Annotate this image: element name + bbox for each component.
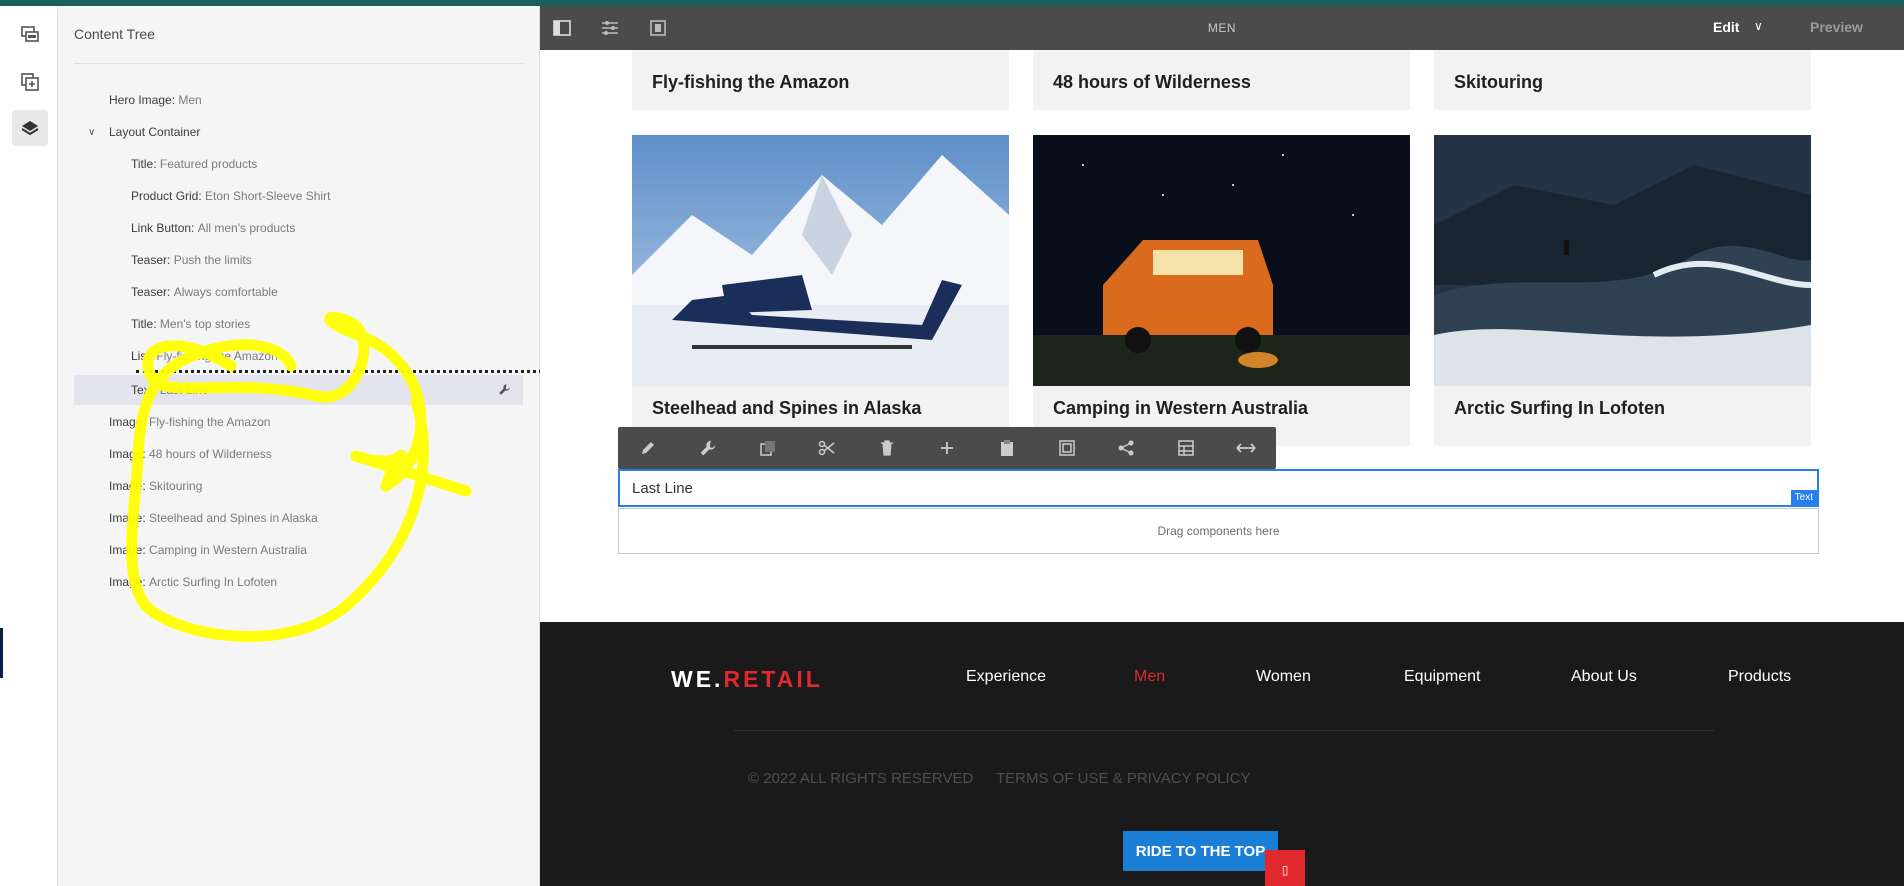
copy-icon[interactable] [738, 427, 798, 469]
components-icon[interactable] [12, 64, 48, 100]
footer-divider [734, 730, 1714, 731]
drag-components-zone[interactable]: Drag components here [618, 508, 1819, 554]
tree-item-layout-container[interactable]: ∨ Layout Container [88, 117, 200, 147]
tree-item[interactable]: Image: Steelhead and Spines in Alaska [109, 503, 318, 533]
text-component-selected[interactable]: Last Line Text [618, 469, 1819, 507]
terms-link[interactable]: TERMS OF USE & PRIVACY POLICY [996, 770, 1251, 787]
component-toolbar [618, 427, 1276, 469]
tree-item[interactable]: Title: Men's top stories [131, 309, 250, 339]
editor-canvas: MEN Edit ∨ Preview Fly-fishing the Amazo… [540, 6, 1904, 886]
tree-item[interactable]: Title: Featured products [131, 149, 257, 179]
layers-icon[interactable] [12, 110, 48, 146]
layout-icon[interactable] [1156, 427, 1216, 469]
panel-title: Content Tree [74, 26, 155, 42]
wrench-icon[interactable] [498, 383, 511, 399]
drop-indicator [136, 370, 578, 373]
card-image-van[interactable] [1033, 135, 1410, 386]
resize-icon[interactable] [1216, 427, 1276, 469]
left-rail [0, 6, 58, 886]
footer-nav-experience[interactable]: Experience [966, 668, 1046, 686]
panel-divider [74, 63, 523, 64]
feedback-icon[interactable]: ▯ [1265, 850, 1305, 886]
card-top-2[interactable]: 48 hours of Wilderness [1033, 50, 1410, 110]
parent-icon[interactable] [1097, 427, 1157, 469]
footer-nav-equipment[interactable]: Equipment [1404, 668, 1481, 686]
pencil-icon[interactable] [618, 427, 678, 469]
footer-nav-women[interactable]: Women [1256, 668, 1311, 686]
cut-icon[interactable] [797, 427, 857, 469]
editor-toolbar: MEN Edit ∨ Preview [540, 6, 1904, 50]
tree-item[interactable]: Image: Skitouring [109, 471, 202, 501]
content-tree-panel: Content Tree Hero Image: Men ∨ Layout Con… [58, 6, 578, 886]
tree-item[interactable]: Hero Image: Men [109, 85, 202, 115]
card-bottom-3[interactable]: Arctic Surfing In Lofoten [1434, 386, 1811, 446]
tree-item[interactable]: Image: Fly-fishing the Amazon [109, 407, 270, 437]
ride-to-top-button[interactable]: RIDE TO THE TOP [1123, 831, 1278, 871]
card-top-3[interactable]: Skitouring [1434, 50, 1811, 110]
site-footer: WE.RETAIL Experience Men Women Equipment… [540, 622, 1904, 886]
card-image-airplane[interactable] [632, 135, 1009, 386]
plus-icon[interactable] [917, 427, 977, 469]
tree-item[interactable]: List: Fly-fishing the Amazon [131, 341, 278, 371]
footer-nav-men[interactable]: Men [1134, 668, 1165, 686]
we-retail-logo[interactable]: WE.RETAIL [671, 666, 823, 693]
footer-nav-about-us[interactable]: About Us [1571, 668, 1637, 686]
page-info-icon[interactable] [12, 16, 48, 52]
tree-item[interactable]: Link Button: All men's products [131, 213, 295, 243]
page-title: MEN [1207, 21, 1237, 35]
footer-nav-products[interactable]: Products [1728, 668, 1791, 686]
tree-item[interactable]: Image: Arctic Surfing In Lofoten [109, 567, 277, 597]
chevron-down-icon[interactable]: ∨ [1754, 19, 1763, 33]
copyright-text: © 2022 ALL RIGHTS RESERVED [748, 770, 974, 787]
group-icon[interactable] [1037, 427, 1097, 469]
tree-item[interactable]: Image: 48 hours of Wilderness [109, 439, 272, 469]
tree-item-selected[interactable]: Text: Last Line [74, 375, 523, 405]
chevron-down-icon[interactable]: ∨ [88, 127, 109, 138]
tree-item[interactable]: Teaser: Always comfortable [131, 277, 278, 307]
card-image-surfing[interactable] [1434, 135, 1811, 386]
tree-item[interactable]: Teaser: Push the limits [131, 245, 252, 275]
wrench-icon[interactable] [678, 427, 738, 469]
preview-button[interactable]: Preview [1810, 19, 1863, 35]
paste-icon[interactable] [977, 427, 1037, 469]
component-type-tag: Text [1790, 490, 1817, 505]
rail-edge-marker [0, 628, 3, 678]
card-top-1[interactable]: Fly-fishing the Amazon [632, 50, 1009, 110]
tree-item[interactable]: Image: Camping in Western Australia [109, 535, 307, 565]
trash-icon[interactable] [857, 427, 917, 469]
mode-selector[interactable]: Edit [1713, 19, 1739, 35]
tree-item[interactable]: Product Grid: Eton Short-Sleeve Shirt [131, 181, 330, 211]
